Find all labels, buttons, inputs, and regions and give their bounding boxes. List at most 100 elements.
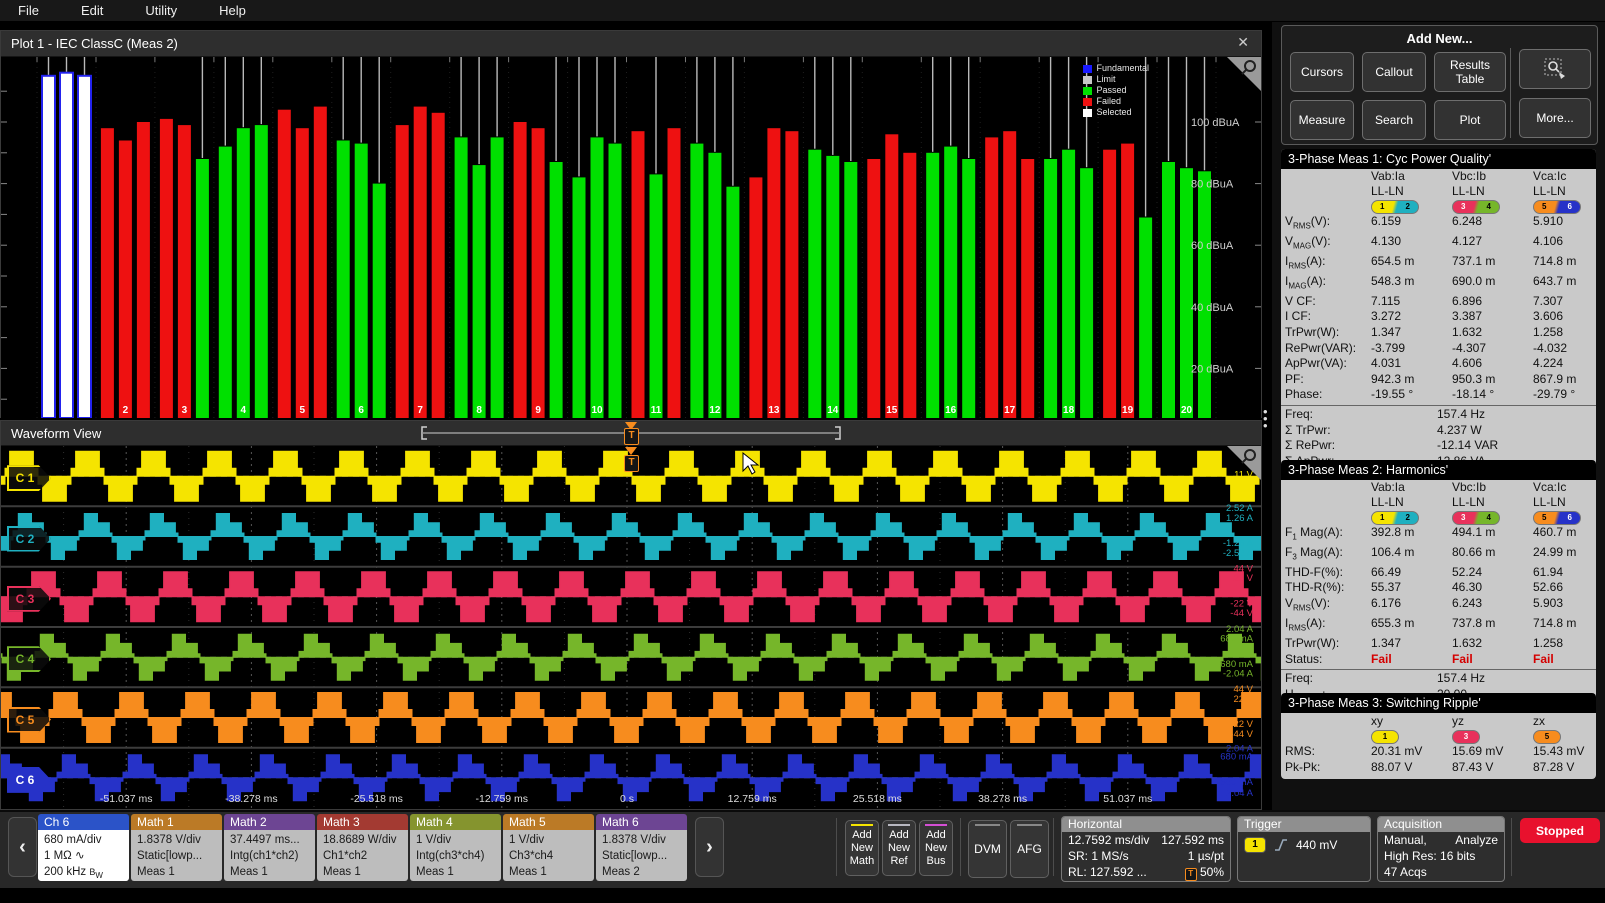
add-new-callout-button[interactable]: Callout	[1362, 52, 1426, 92]
menu-bar: File Edit Utility Help	[0, 0, 1605, 22]
svg-text:19: 19	[1122, 405, 1134, 416]
badge-math4[interactable]: Math 4 1 V/divIntg(ch3*ch4)Meas 1	[410, 814, 501, 881]
trigger-slider-flag[interactable]: T	[624, 428, 639, 445]
add-new-ref-button[interactable]: AddNewRef	[882, 820, 916, 876]
measurement-row: IRMS(A):655.3 m737.8 m714.8 m	[1281, 616, 1596, 636]
measurement-row: RePwr(VAR):-3.799-4.307-4.032	[1281, 341, 1596, 357]
add-new-results-table-button[interactable]: Results Table	[1434, 52, 1506, 92]
menu-item-file[interactable]: File	[18, 3, 39, 18]
badge-math5[interactable]: Math 5 1 V/divCh3*ch4Meas 1	[503, 814, 594, 881]
meas3-badge[interactable]: 3-Phase Meas 3: Switching Ripple' xyyzzx…	[1281, 693, 1596, 779]
badge-ch6[interactable]: Ch 6 680 mA/div1 MΩ ∿200 kHz BW	[38, 814, 129, 881]
svg-text:-44 V: -44 V	[1230, 729, 1253, 740]
scroll-right-button[interactable]: ›	[695, 817, 724, 877]
svg-text:9: 9	[535, 405, 541, 416]
svg-text:-25.518 ms: -25.518 ms	[350, 793, 403, 805]
channel-pair-badge: 56	[1533, 511, 1581, 525]
plot1-window: Plot 1 - IEC ClassC (Meas 2) ✕ 123456789…	[0, 30, 1262, 418]
channel-pair-badge: 12	[1371, 200, 1419, 214]
menu-item-utility[interactable]: Utility	[145, 3, 177, 18]
box-zoom-icon[interactable]	[1519, 49, 1591, 89]
svg-text:12.759 ms: 12.759 ms	[728, 793, 777, 805]
svg-text:13: 13	[768, 405, 780, 416]
trigger-marker-flag[interactable]: T	[624, 455, 639, 472]
svg-text:20 dBuA: 20 dBuA	[1191, 363, 1234, 375]
measurement-row: F3 Mag(A):106.4 m80.66 m24.99 m	[1281, 545, 1596, 565]
add-new-cursors-button[interactable]: Cursors	[1290, 52, 1354, 92]
svg-text:-680 mA: -680 mA	[1217, 777, 1254, 788]
measurement-summary-row: Freq:157.4 Hz	[1281, 671, 1596, 687]
meas1-badge[interactable]: 3-Phase Meas 1: Cyc Power Quality' Vab:I…	[1281, 149, 1596, 472]
plot-zoom-corner-icon[interactable]	[1223, 57, 1261, 91]
add-new-more-button[interactable]: More...	[1519, 98, 1591, 138]
svg-text:60 dBuA: 60 dBuA	[1191, 240, 1234, 252]
scroll-left-button[interactable]: ‹	[8, 817, 37, 877]
waveform-window: Waveform View T 11 V-11 V33 V2.52 A1.26 …	[0, 420, 1262, 810]
svg-text:-38.278 ms: -38.278 ms	[225, 793, 278, 805]
measurement-row: VRMS(V):6.1766.2435.903	[1281, 596, 1596, 616]
svg-text:1: 1	[64, 405, 70, 416]
badge-math3[interactable]: Math 3 18.8689 W/divCh1*ch2Meas 1	[317, 814, 408, 881]
badge-math1[interactable]: Math 1 1.8378 V/divStatic[lowp...Meas 1	[131, 814, 222, 881]
legend-swatch	[1083, 98, 1092, 106]
svg-text:5: 5	[300, 405, 306, 416]
legend-swatch	[1083, 87, 1092, 95]
svg-text:6: 6	[358, 405, 364, 416]
measurement-row: VRMS(V):6.1596.2485.910	[1281, 214, 1596, 234]
svg-text:680 mA: 680 mA	[1220, 752, 1253, 763]
waveform-view-area: 11 V-11 V33 V2.52 A1.26 A-1.26 A-2.52 A4…	[1, 446, 1261, 808]
trigger-pos-icon: T	[1185, 868, 1197, 881]
svg-text:10: 10	[591, 405, 603, 416]
measurement-summary-row: Σ TrPwr:4.237 W	[1281, 423, 1596, 439]
svg-text:15: 15	[886, 405, 898, 416]
channel-badge: 1	[1371, 730, 1399, 744]
close-icon[interactable]: ✕	[1237, 34, 1249, 51]
svg-text:40 dBuA: 40 dBuA	[1191, 302, 1234, 314]
acquisition-badge[interactable]: Acquisition Manual,Analyze High Res: 16 …	[1377, 816, 1505, 882]
dvm-button[interactable]: DVM	[968, 820, 1007, 878]
trigger-marker-arrow[interactable]	[625, 447, 637, 455]
add-new-math-button[interactable]: AddNewMath	[845, 820, 879, 876]
svg-text:11: 11	[651, 405, 662, 416]
plot1-titlebar[interactable]: Plot 1 - IEC ClassC (Meas 2) ✕	[1, 31, 1261, 57]
plot1-title: Plot 1 - IEC ClassC (Meas 2)	[11, 36, 178, 51]
svg-text:7: 7	[417, 405, 423, 416]
horizontal-badge[interactable]: Horizontal 12.7592 ms/div127.592 ms SR: …	[1061, 816, 1231, 882]
menu-item-edit[interactable]: Edit	[81, 3, 103, 18]
svg-text:0 s: 0 s	[620, 793, 634, 805]
menu-item-help[interactable]: Help	[219, 3, 246, 18]
legend-item: Passed	[1083, 85, 1149, 96]
measurement-summary-row: Σ RePwr:-12.14 VAR	[1281, 438, 1596, 454]
legend-item: Failed	[1083, 96, 1149, 107]
measurement-row: PF:942.3 m950.3 m867.9 m	[1281, 372, 1596, 388]
channel-badge: 3	[1452, 730, 1480, 744]
panel-resize-handle[interactable]: •••	[1263, 408, 1269, 429]
channel-pair-badge: 56	[1533, 200, 1581, 214]
meas2-badge[interactable]: 3-Phase Meas 2: Harmonics' Vab:IaVbc:IbV…	[1281, 460, 1596, 710]
add-new-plot-button[interactable]: Plot	[1434, 100, 1506, 140]
svg-text:1.26 A: 1.26 A	[1226, 513, 1254, 524]
add-new-measure-button[interactable]: Measure	[1290, 100, 1354, 140]
measurement-summary-row: Freq:157.4 Hz	[1281, 407, 1596, 423]
stopped-button[interactable]: Stopped	[1520, 818, 1600, 843]
add-new-search-button[interactable]: Search	[1362, 100, 1426, 140]
waveform-zoom-corner-icon[interactable]	[1223, 446, 1261, 480]
add-new-panel: Add New... CursorsCalloutResults Table Me…	[1281, 25, 1598, 145]
trigger-badge[interactable]: Trigger 1 440 mV	[1237, 816, 1371, 882]
measurement-row: I CF:3.2723.3873.606	[1281, 309, 1596, 325]
afg-button[interactable]: AFG	[1010, 820, 1049, 878]
svg-text:-2.52 A: -2.52 A	[1223, 548, 1254, 559]
harmonics-bar-chart: 1234567891011121314151617181920100 dBuA8…	[1, 57, 1261, 418]
svg-text:51.037 ms: 51.037 ms	[1103, 793, 1152, 805]
add-new-bus-button[interactable]: AddNewBus	[919, 820, 953, 876]
svg-text:100 dBuA: 100 dBuA	[1191, 117, 1240, 129]
measurement-row: Pk-Pk:88.07 V87.43 V87.28 V	[1281, 760, 1596, 776]
measurement-row: TrPwr(W):1.3471.6321.258	[1281, 325, 1596, 341]
svg-text:22 V: 22 V	[1233, 694, 1253, 705]
harmonics-plot-area: 1234567891011121314151617181920100 dBuA8…	[1, 57, 1261, 418]
badge-math2[interactable]: Math 2 37.4497 ms...Intg(ch1*ch2)Meas 1	[224, 814, 315, 881]
measurement-row: RMS:20.31 mV15.69 mV15.43 mV	[1281, 744, 1596, 760]
add-new-title: Add New...	[1282, 31, 1597, 46]
waveform-titlebar[interactable]: Waveform View T	[1, 421, 1261, 446]
badge-math6[interactable]: Math 6 1.8378 V/divStatic[lowp...Meas 2	[596, 814, 687, 881]
